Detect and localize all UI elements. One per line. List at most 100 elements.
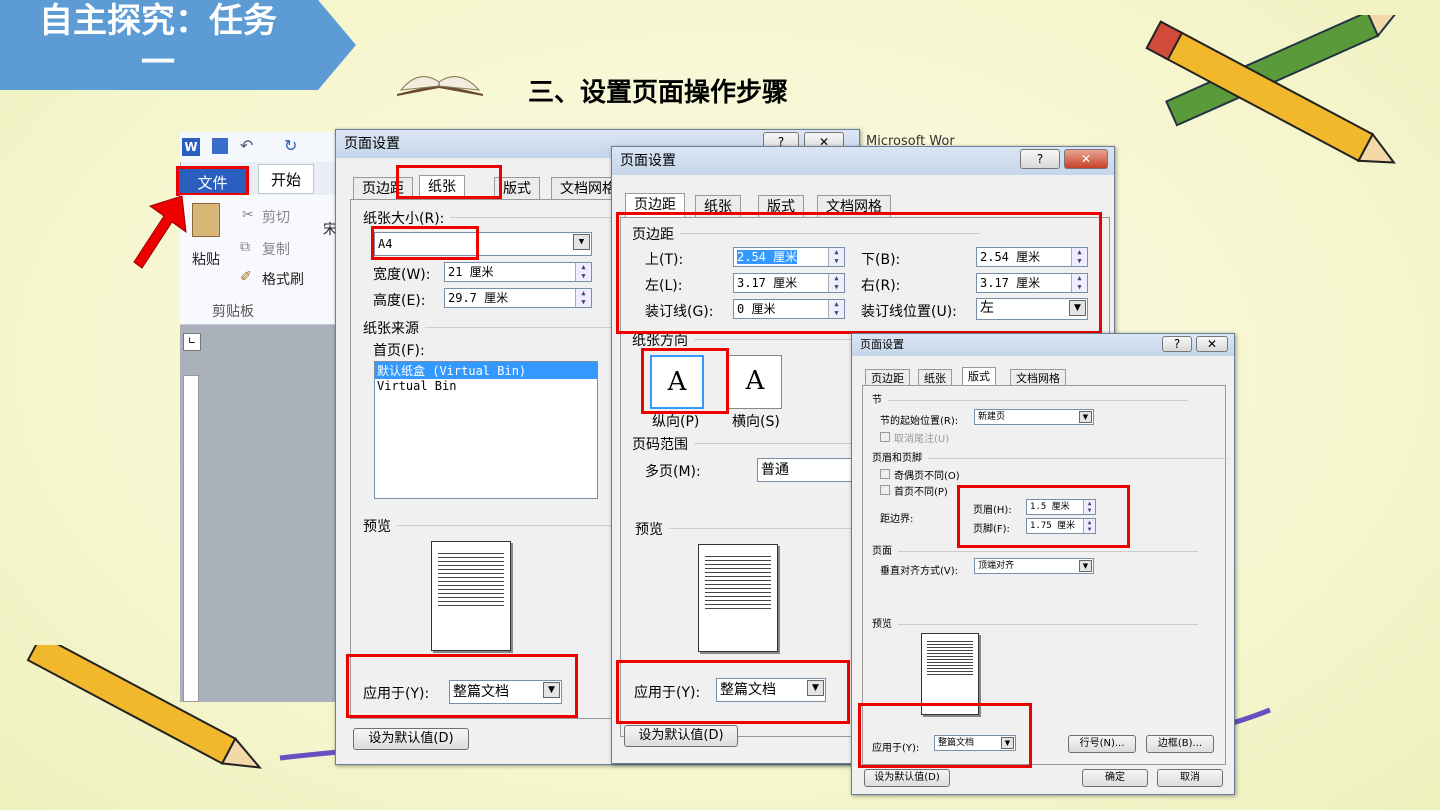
bottom-label: 下(B): [861,252,901,268]
paper-size-select[interactable]: A4 ▼ [374,232,592,256]
tab-margins[interactable]: 页边距 [625,193,685,217]
spinner-icon[interactable]: ▲ ▼ [575,289,591,307]
right-label: 右(R): [861,278,901,294]
spinner-icon[interactable]: ▲ ▼ [1071,248,1087,266]
apply-to-select[interactable]: 整篇文档 ▼ [716,678,826,702]
tab-layout[interactable]: 版式 [494,177,540,199]
height-input[interactable]: 29.7 厘米 ▲ ▼ [444,288,592,308]
spinner-icon[interactable]: ▲ ▼ [575,263,591,281]
cut-label[interactable]: 剪切 [262,207,290,227]
save-icon[interactable] [212,138,228,154]
home-tab[interactable]: 开始 [258,164,314,194]
paste-icon[interactable] [192,203,220,237]
close-icon[interactable]: ✕ [1196,336,1228,352]
height-label: 高度(E): [373,293,426,309]
multiple-pages-select[interactable]: 普通 [757,458,857,482]
set-default-button[interactable]: 设为默认值(D) [864,769,950,787]
spinner-icon[interactable]: ▲ ▼ [828,300,844,318]
tab-paper[interactable]: 纸张 [695,195,741,217]
width-input[interactable]: 21 厘米 ▲ ▼ [444,262,592,282]
set-default-button[interactable]: 设为默认值(D) [624,725,738,747]
landscape-option[interactable]: A [728,355,782,409]
tab-layout[interactable]: 版式 [962,367,996,386]
headers-footers-group: 页眉和页脚 [872,449,1228,464]
tab-grid[interactable]: 文档网格 [817,195,891,217]
first-page-checkbox[interactable] [880,485,890,495]
tab-layout[interactable]: 版式 [758,195,804,217]
apply-to-select[interactable]: 整篇文档 ▼ [449,680,562,704]
chevron-down-icon[interactable]: ▼ [1079,411,1092,423]
chevron-down-icon[interactable]: ▼ [1079,560,1092,572]
red-arrow-icon [133,195,187,269]
suppress-endnotes-checkbox[interactable] [880,432,890,442]
chevron-down-icon[interactable]: ▼ [1069,300,1086,316]
paper-source-group: 纸张来源 [363,318,725,338]
chevron-down-icon[interactable]: ▼ [807,680,824,696]
section-start-value: 新建页 [978,412,1006,422]
tab-grid[interactable]: 文档网格 [1010,369,1066,386]
odd-even-checkbox[interactable] [880,469,890,479]
right-input[interactable]: 3.17 厘米 ▲ ▼ [976,273,1088,293]
tab-margins[interactable]: 页边距 [353,177,413,199]
spinner-icon[interactable]: ▲ ▼ [1071,274,1087,292]
copy-label[interactable]: 复制 [262,239,290,259]
first-page-listbox[interactable]: 默认纸盒 (Virtual Bin) Virtual Bin [374,361,598,499]
vertical-alignment-label: 垂直对齐方式(V): [880,566,959,577]
header-input[interactable]: 1.5 厘米 ▲ ▼ [1026,499,1096,515]
tab-margins[interactable]: 页边距 [865,369,910,386]
cancel-button[interactable]: 取消 [1157,769,1223,787]
spinner-icon[interactable]: ▲ ▼ [828,248,844,266]
tab-paper[interactable]: 纸张 [419,175,465,199]
copy-icon[interactable]: ⧉ [240,239,250,255]
header-value: 1.5 厘米 [1030,502,1070,512]
redo-icon[interactable]: ↻ [284,136,297,155]
page-group: 页面 [872,542,1198,557]
word-icon[interactable]: W [182,138,200,156]
chevron-down-icon[interactable]: ▼ [573,234,590,250]
scissors-icon[interactable]: ✂ [242,207,254,223]
chevron-down-icon[interactable]: ▼ [543,682,560,698]
tab-selector[interactable]: ∟ [183,333,201,351]
vertical-alignment-select[interactable]: 顶端对齐 ▼ [974,558,1094,574]
format-painter-label[interactable]: 格式刷 [262,269,304,289]
gutter-position-select[interactable]: 左 ▼ [976,298,1088,320]
portrait-label[interactable]: 纵向(P) [652,411,699,431]
borders-button[interactable]: 边框(B)... [1146,735,1214,753]
apply-to-select[interactable]: 整篇文档 ▼ [934,735,1016,751]
section-start-select[interactable]: 新建页 ▼ [974,409,1094,425]
multiple-pages-label: 多页(M): [645,464,701,480]
help-icon[interactable]: ? [1020,149,1060,169]
tab-paper[interactable]: 纸张 [918,369,952,386]
gutter-input[interactable]: 0 厘米 ▲ ▼ [733,299,845,319]
left-input[interactable]: 3.17 厘米 ▲ ▼ [733,273,845,293]
first-page-label: 首页(F): [373,343,425,359]
title-banner: 自主探究：任务 一 [0,0,356,90]
word-quick-access-toolbar: W ↶ ↻ [180,132,340,162]
paste-label[interactable]: 粘贴 [192,249,220,269]
footer-input[interactable]: 1.75 厘米 ▲ ▼ [1026,518,1096,534]
brush-icon[interactable]: ✐ [240,269,252,285]
bottom-input[interactable]: 2.54 厘米 ▲ ▼ [976,247,1088,267]
banner-line1: 自主探究：任务 [39,1,277,41]
paper-size-value: A4 [378,237,393,251]
spinner-icon[interactable]: ▲ ▼ [1083,500,1095,514]
list-item[interactable]: Virtual Bin [375,379,597,393]
list-item[interactable]: 默认纸盒 (Virtual Bin) [375,362,597,379]
multiple-pages-value: 普通 [761,462,789,478]
left-value: 3.17 厘米 [737,276,798,290]
spinner-icon[interactable]: ▲ ▼ [828,274,844,292]
top-value: 2.54 厘米 [737,250,798,264]
landscape-label[interactable]: 横向(S) [732,411,780,431]
spinner-icon[interactable]: ▲ ▼ [1083,519,1095,533]
chevron-down-icon[interactable]: ▼ [1001,737,1014,749]
top-input[interactable]: 2.54 厘米 ▲ ▼ [733,247,845,267]
ok-button[interactable]: 确定 [1082,769,1148,787]
portrait-option[interactable]: A [650,355,704,409]
help-icon[interactable]: ? [1162,336,1192,352]
line-numbers-button[interactable]: 行号(N)... [1068,735,1136,753]
close-icon[interactable]: ✕ [1064,149,1108,169]
orientation-group: 纸张方向 [632,330,994,350]
apply-to-value: 整篇文档 [938,738,975,748]
undo-icon[interactable]: ↶ [240,136,253,155]
set-default-button[interactable]: 设为默认值(D) [353,728,469,750]
